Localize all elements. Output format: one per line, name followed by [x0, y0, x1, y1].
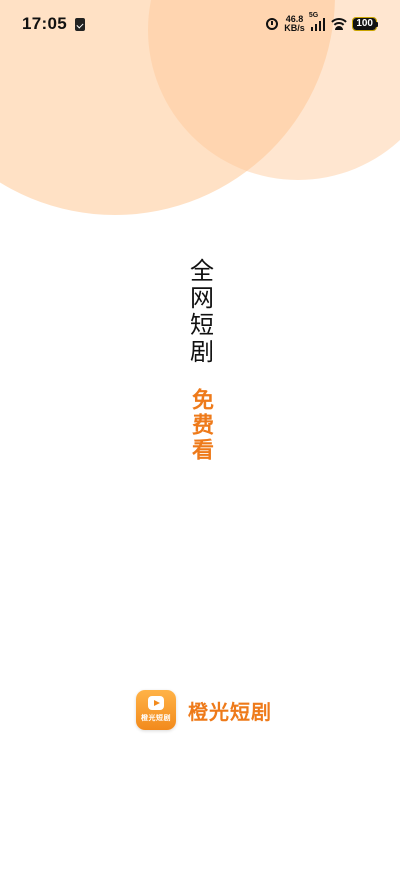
- slogan-secondary-text: 免费看: [188, 388, 213, 463]
- slogan-primary-text: 全网短剧: [185, 258, 214, 366]
- brand-lockup: 橙光短剧 橙光短剧: [136, 690, 272, 730]
- signal-bar: [314, 24, 318, 31]
- signal-bar: [322, 18, 326, 31]
- network-type-label: 5G: [308, 12, 319, 19]
- battery-level: 100: [352, 17, 377, 31]
- battery-tip: [376, 21, 378, 27]
- signal-bar: [318, 21, 322, 31]
- alarm-icon: [266, 18, 279, 30]
- wifi-dot: [335, 26, 344, 30]
- network-speed: 46.8 KB/s: [284, 15, 305, 33]
- battery-icon: 100: [352, 17, 378, 31]
- status-bar: 17:05 46.8 KB/s 5G 100: [0, 0, 400, 48]
- clipboard-check-icon: [74, 17, 85, 31]
- splash-screen: 17:05 46.8 KB/s 5G 100 全网短剧 免费看 橙光短剧 橙光短…: [0, 0, 400, 889]
- wifi-icon: [331, 18, 348, 30]
- status-time: 17:05: [22, 14, 67, 33]
- status-bar-right: 46.8 KB/s 5G 100: [266, 12, 378, 33]
- play-icon: [148, 696, 164, 710]
- app-logo-icon: 橙光短剧: [136, 690, 176, 730]
- app-logo-label: 橙光短剧: [141, 714, 171, 722]
- network-speed-unit: KB/s: [284, 23, 305, 33]
- slogan-primary: 全网短剧: [0, 258, 400, 366]
- signal-bar: [310, 27, 314, 31]
- app-name: 橙光短剧: [188, 699, 272, 724]
- slogan-secondary: 免费看: [0, 388, 400, 463]
- signal-icon: 5G: [309, 12, 326, 31]
- status-bar-left: 17:05: [22, 14, 85, 34]
